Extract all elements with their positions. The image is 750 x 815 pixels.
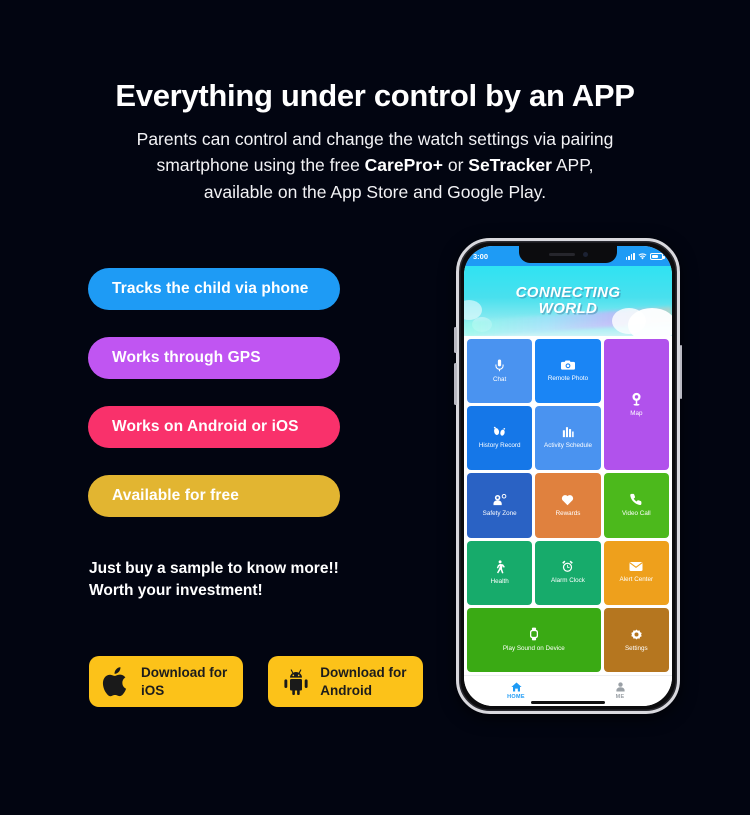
app-bottom-nav: HOME ME [464,675,672,706]
footsteps-icon [494,427,506,437]
feature-pill-list: Tracks the child via phone Works through… [88,268,340,544]
app-tile-video-call[interactable]: Video Call [603,473,669,538]
home-indicator [531,700,605,704]
nav-tab-label: ME [615,694,625,700]
gear-icon [631,629,642,640]
subtitle-conjunction: or [442,155,469,176]
download-android-label: Download for Android [320,665,407,698]
app-tile-label: Play Sound on Device [502,645,565,653]
alarm-clock-icon [562,560,574,573]
app-tile-rewards[interactable]: Rewards [535,473,601,538]
page-subtitle: Parents can control and change the watch… [0,126,750,206]
brand-carepro: CarePro+ [364,155,443,176]
app-tile-label: Map [630,409,643,417]
page-title: Everything under control by an APP [115,78,635,113]
download-android-button[interactable]: Download for Android [268,656,423,707]
app-tile-label: Alarm Clock [551,577,585,585]
location-pin-icon [632,392,641,406]
phone-screen: 3:00 CONNECTING WORLD Chat Remote Photo … [464,246,672,706]
earpiece-speaker [548,253,575,256]
phone-notch [519,246,617,263]
walking-person-icon [496,560,505,574]
subtitle-line-2-start: smartphone using the free [156,155,365,176]
app-tile-label: Remote Photo [547,375,589,383]
smartwatch-icon [529,627,538,641]
status-bar-indicators [625,252,665,260]
cellular-signal-icon [625,252,635,260]
tagline: Just buy a sample to know more!! Worth y… [89,558,419,602]
download-ios-label: Download for iOS [141,665,228,698]
app-feature-grid: Chat Remote Photo Map History Record Act… [464,336,672,675]
tagline-line-1: Just buy a sample to know more!! [89,560,339,577]
feature-pill-gps[interactable]: Works through GPS [88,337,340,379]
promo-header: Everything under control by an APP Paren… [0,0,750,205]
nav-tab-label: HOME [507,694,525,700]
bar-chart-icon [562,427,574,438]
banner-title-line-1: CONNECTING [515,284,621,302]
app-tile-map[interactable]: Map [603,339,669,471]
feature-pill-free[interactable]: Available for free [88,475,340,517]
app-tile-label: Rewards [555,509,581,517]
app-tile-chat[interactable]: Chat [467,339,533,404]
app-tile-label: Chat [493,375,507,383]
subtitle-line-2-end: APP, [551,155,594,176]
app-tile-history-record[interactable]: History Record [467,406,533,471]
store-button-group: Download for iOS Download for Android [89,656,423,707]
feature-pill-label: Works through GPS [112,349,261,366]
feature-pill-label: Tracks the child via phone [112,280,309,297]
microphone-icon [495,359,504,372]
feature-pill-label: Works on Android or iOS [112,418,299,435]
feature-pill-label: Available for free [112,487,239,504]
download-ios-button[interactable]: Download for iOS [89,656,244,707]
app-tile-label: Health [490,577,509,585]
app-tile-label: Settings [624,644,648,652]
apple-icon [102,666,127,696]
app-tile-label: History Record [478,442,521,450]
app-tile-alert-center[interactable]: Alert Center [603,540,669,605]
banner-title-line-2: WORLD [538,300,598,317]
front-camera-icon [582,252,588,257]
app-tile-settings[interactable]: Settings [603,607,669,672]
app-tile-label: Safety Zone [482,509,517,517]
phone-mockup: 3:00 CONNECTING WORLD Chat Remote Photo … [454,238,682,714]
app-hero-banner: CONNECTING WORLD [464,266,672,336]
camera-icon [560,360,575,370]
home-icon [510,682,522,692]
app-tile-remote-photo[interactable]: Remote Photo [535,339,601,404]
subtitle-line-1: Parents can control and change the watch… [136,128,614,149]
app-tile-activity-schedule[interactable]: Activity Schedule [535,406,601,471]
app-tile-label: Alert Center [619,576,654,584]
envelope-icon [629,562,643,572]
feature-pill-tracks-child[interactable]: Tracks the child via phone [88,268,340,310]
app-tile-health[interactable]: Health [467,540,533,605]
battery-icon [650,252,665,260]
android-icon [284,668,308,695]
phone-call-icon [630,493,642,506]
geofence-icon [493,493,506,505]
app-tile-safety-zone[interactable]: Safety Zone [467,473,533,538]
app-tile-play-sound-on-device[interactable]: Play Sound on Device [467,607,601,672]
app-tile-label: Activity Schedule [544,442,592,450]
app-banner-title: CONNECTING WORLD [516,285,621,316]
person-icon [615,682,625,692]
tagline-line-2: Worth your investment! [89,582,263,599]
app-tile-alarm-clock[interactable]: Alarm Clock [535,540,601,605]
brand-setracker: SeTracker [468,155,552,176]
feature-pill-platforms[interactable]: Works on Android or iOS [88,406,340,448]
subtitle-line-3: available on the App Store and Google Pl… [203,181,547,202]
wifi-icon [638,252,647,259]
phone-power-button[interactable] [679,345,682,399]
heart-icon [562,494,574,505]
app-tile-label: Video Call [622,510,651,518]
status-bar-time: 3:00 [473,251,489,261]
